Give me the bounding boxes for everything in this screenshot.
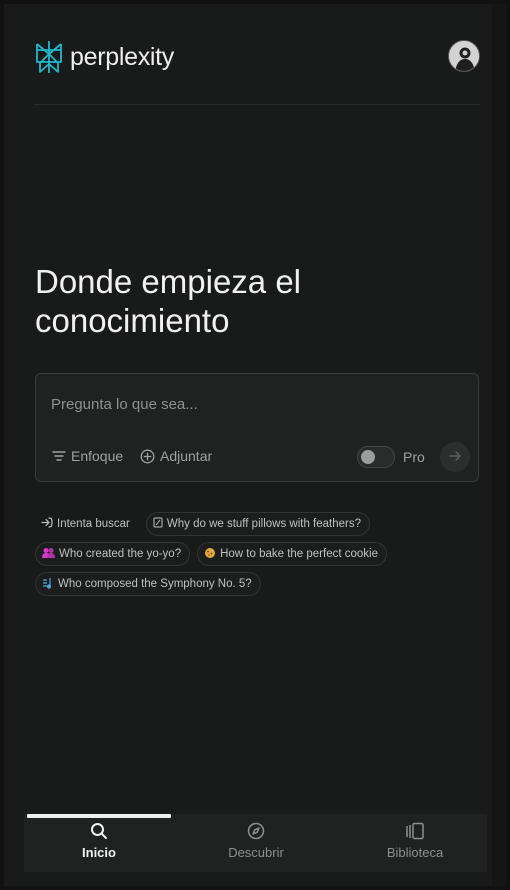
nav-label: Inicio	[82, 845, 116, 860]
suggestion-text: Why do we stuff pillows with feathers?	[166, 518, 361, 530]
focus-button[interactable]: Enfoque	[52, 448, 123, 464]
try-search-label: Intenta buscar	[35, 512, 139, 536]
header: perplexity	[34, 38, 480, 78]
headline-line-2: conocimiento	[35, 302, 230, 339]
brand-name: perplexity	[70, 43, 174, 71]
enter-arrow-icon	[41, 517, 53, 531]
pro-label: Pro	[403, 449, 425, 465]
header-divider	[34, 104, 480, 105]
suggestion-text: Who composed the Symphony No. 5?	[58, 578, 252, 590]
window-edge	[492, 0, 510, 890]
music-note-icon	[42, 577, 54, 592]
suggestion-text: Who created the yo-yo?	[59, 548, 182, 560]
plus-circle-icon	[140, 449, 155, 464]
try-search-text: Intenta buscar	[57, 518, 130, 530]
bottom-nav: Inicio Descubrir Biblioteca	[24, 814, 487, 872]
suggestion-chip[interactable]: Who composed the Symphony No. 5?	[35, 572, 261, 596]
nav-label: Descubrir	[228, 845, 284, 860]
library-icon	[340, 822, 490, 840]
nav-item-descubrir[interactable]: Descubrir	[181, 822, 331, 868]
people-icon	[42, 547, 55, 561]
headline-line-1: Donde empieza el	[35, 263, 301, 300]
suggestions: Intenta buscar Why do we stuff pillows w…	[35, 512, 475, 602]
nav-item-biblioteca[interactable]: Biblioteca	[340, 822, 490, 868]
brand-logo[interactable]: perplexity	[34, 38, 174, 76]
suggestion-text: How to bake the perfect cookie	[220, 548, 378, 560]
compass-icon	[181, 822, 331, 840]
active-tab-indicator	[27, 814, 171, 818]
user-avatar[interactable]	[448, 40, 480, 72]
suggestion-chip[interactable]: Why do we stuff pillows with feathers?	[145, 512, 370, 536]
focus-label: Enfoque	[71, 448, 124, 464]
pillow-icon	[153, 517, 163, 531]
attach-label: Adjuntar	[160, 448, 213, 464]
search-composer: Enfoque Adjuntar Pro	[35, 373, 479, 482]
arrow-right-icon	[449, 448, 461, 466]
suggestion-chip[interactable]: Who created the yo-yo?	[35, 542, 191, 566]
nav-label: Biblioteca	[386, 845, 444, 860]
nav-item-inicio[interactable]: Inicio	[24, 822, 174, 868]
search-input[interactable]	[51, 392, 461, 416]
filter-icon	[52, 450, 66, 462]
perplexity-logo-icon	[34, 39, 64, 75]
search-icon	[24, 822, 174, 840]
pro-toggle[interactable]	[357, 446, 395, 468]
attach-button[interactable]: Adjuntar	[140, 448, 212, 464]
page-title: Donde empieza el conocimiento	[35, 262, 455, 340]
cookie-icon	[204, 547, 216, 562]
send-button[interactable]	[440, 442, 470, 472]
suggestion-chip[interactable]: How to bake the perfect cookie	[197, 542, 387, 566]
toggle-knob	[361, 450, 375, 464]
